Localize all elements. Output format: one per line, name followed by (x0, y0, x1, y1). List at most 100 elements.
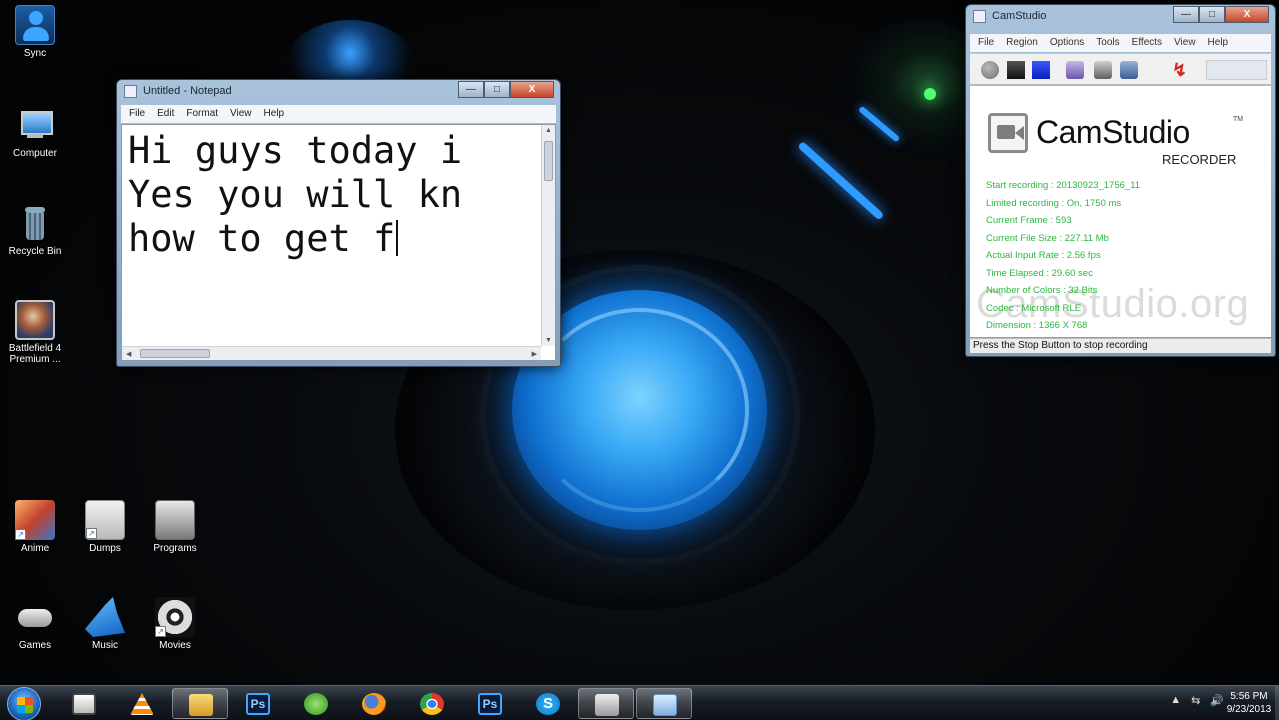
video-options-icon[interactable] (1094, 61, 1112, 79)
window-title: CamStudio (992, 10, 1047, 22)
camstudio-titlebar[interactable]: CamStudio — □ X (966, 5, 1275, 29)
text-caret (396, 220, 399, 256)
pause-button[interactable] (1007, 61, 1025, 79)
clock-date: 9/23/2013 (1226, 704, 1272, 715)
desktop-icon-programs[interactable]: Programs (140, 500, 210, 554)
desktop-icon-label: Programs (153, 543, 197, 554)
desktop-icon-label: Games (18, 640, 52, 651)
desktop-icon-computer[interactable]: Computer (0, 105, 70, 159)
skype-icon: S (536, 693, 560, 715)
notepad-titlebar[interactable]: Untitled - Notepad — □ X (117, 80, 560, 104)
vertical-scrollbar[interactable]: ▲ ▼ (541, 125, 555, 346)
vlc-icon (130, 693, 154, 715)
recording-stats: Start recording : 20130923_1756_11 Limit… (986, 177, 1140, 335)
trademark-mark: TM (1233, 116, 1244, 123)
taskbar-item-vlc[interactable] (114, 688, 170, 719)
autopan-icon[interactable]: ↯ (1172, 61, 1190, 79)
menu-file[interactable]: File (129, 105, 153, 123)
photoshop-icon: Ps (478, 693, 502, 715)
stat-line: Time Elapsed : 29.60 sec (986, 267, 1093, 279)
maximize-button[interactable]: □ (484, 81, 510, 98)
menu-tools[interactable]: Tools (1096, 34, 1125, 52)
desktop-icon-label: Recycle Bin (8, 246, 62, 257)
text-line: Yes you will kn (128, 173, 463, 216)
scroll-left-icon[interactable]: ◀ (126, 350, 131, 358)
stat-line: Codec : Microsoft RLE (986, 302, 1082, 314)
stat-line: Dimension : 1366 X 768 (986, 320, 1088, 331)
stat-line: Current Frame : 593 (986, 215, 1072, 226)
minimize-button[interactable]: — (458, 81, 484, 98)
scroll-up-icon[interactable]: ▲ (545, 127, 552, 134)
region-icon[interactable] (1066, 61, 1084, 79)
annotation-icon[interactable] (1120, 61, 1138, 79)
camstudio-window[interactable]: CamStudio — □ X File Region Options Tool… (965, 4, 1276, 357)
taskbar-item-firefox[interactable] (346, 688, 402, 719)
text-line: Hi guys today i (128, 129, 463, 172)
desktop-icon-label: Battlefield 4 Premium ... (8, 343, 62, 365)
desktop-icon-dumps[interactable]: ↗ Dumps (70, 500, 140, 554)
taskbar-item-skype[interactable]: S (520, 688, 576, 719)
menu-options[interactable]: Options (1050, 34, 1090, 52)
scroll-right-icon[interactable]: ▶ (532, 350, 537, 358)
menu-edit[interactable]: Edit (157, 105, 182, 123)
menu-view[interactable]: View (230, 105, 260, 123)
desktop-icon-recycle-bin[interactable]: Recycle Bin (0, 203, 70, 257)
desktop-icon-anime[interactable]: ↗ Anime (0, 500, 70, 554)
desktop-icon-sync[interactable]: Sync (0, 5, 70, 59)
desktop-icon-battlefield[interactable]: Battlefield 4 Premium ... (0, 300, 70, 365)
desktop-icon-movies[interactable]: ↗ Movies (140, 597, 210, 651)
window-controls: — □ X (1173, 6, 1269, 23)
camstudio-logo-text: CamStudio (1036, 114, 1190, 150)
taskbar-item-utorrent[interactable] (288, 688, 344, 719)
start-button[interactable] (7, 687, 41, 720)
minimize-button[interactable]: — (1173, 6, 1199, 23)
menu-help[interactable]: Help (264, 105, 293, 123)
stop-button[interactable] (1032, 61, 1050, 79)
taskbar-clock[interactable]: 5:56 PM 9/23/2013 (1223, 690, 1275, 716)
notepad-text[interactable]: Hi guys today i Yes you will kn how to get… (128, 129, 551, 339)
show-hidden-icons-icon[interactable]: ▲ (1170, 694, 1181, 707)
taskbar-item-notepad[interactable] (636, 688, 692, 719)
taskbar-item-chrome[interactable] (404, 688, 460, 719)
utorrent-icon (304, 693, 328, 715)
notepad-window[interactable]: Untitled - Notepad — □ X File Edit Forma… (116, 79, 561, 367)
menu-region[interactable]: Region (1006, 34, 1044, 52)
menu-format[interactable]: Format (186, 105, 226, 123)
desktop-icon-music[interactable]: Music (70, 597, 140, 651)
vertical-scroll-thumb[interactable] (544, 141, 553, 181)
notepad-icon (653, 694, 677, 716)
wallpaper-blue-stripe (797, 141, 885, 221)
camstudio-toolbar: ↯ (970, 53, 1271, 85)
close-button[interactable]: X (1225, 6, 1269, 23)
desktop-icon-games[interactable]: Games (0, 597, 70, 651)
record-button[interactable] (981, 61, 999, 79)
status-bar: Press the Stop Button to stop recording (970, 338, 1271, 353)
toolbar-spacer (1206, 60, 1267, 80)
stat-line: Number of Colors : 32 Bits (986, 285, 1098, 296)
chrome-icon (420, 693, 444, 715)
network-icon[interactable]: ⇆ (1191, 694, 1200, 707)
horizontal-scrollbar[interactable]: ◀ ▶ (122, 346, 541, 360)
menu-effects[interactable]: Effects (1132, 34, 1168, 52)
horizontal-scroll-thumb[interactable] (140, 349, 210, 358)
scroll-down-icon[interactable]: ▼ (545, 337, 552, 344)
menu-file[interactable]: File (978, 34, 1000, 52)
taskbar-item-photoshop-2[interactable]: Ps (462, 688, 518, 719)
maximize-button[interactable]: □ (1199, 6, 1225, 23)
menu-view[interactable]: View (1174, 34, 1202, 52)
volume-icon[interactable]: 🔊 (1210, 694, 1224, 707)
menu-help[interactable]: Help (1208, 34, 1235, 52)
show-desktop-button[interactable] (1275, 686, 1279, 720)
camstudio-menubar: File Region Options Tools Effects View H… (970, 34, 1271, 52)
recycle-bin-icon (15, 203, 55, 243)
taskbar-item-camstudio[interactable] (578, 688, 634, 719)
notepad-text-area[interactable]: Hi guys today i Yes you will kn how to get… (121, 124, 556, 361)
music-icon (85, 597, 125, 637)
taskbar-item-media[interactable] (56, 688, 112, 719)
window-title: Untitled - Notepad (143, 85, 232, 97)
close-button[interactable]: X (510, 81, 554, 98)
desktop-icon-label: Sync (23, 48, 47, 59)
taskbar-item-explorer[interactable] (172, 688, 228, 719)
taskbar-item-photoshop[interactable]: Ps (230, 688, 286, 719)
desktop-icon-label: Movies (159, 640, 191, 651)
